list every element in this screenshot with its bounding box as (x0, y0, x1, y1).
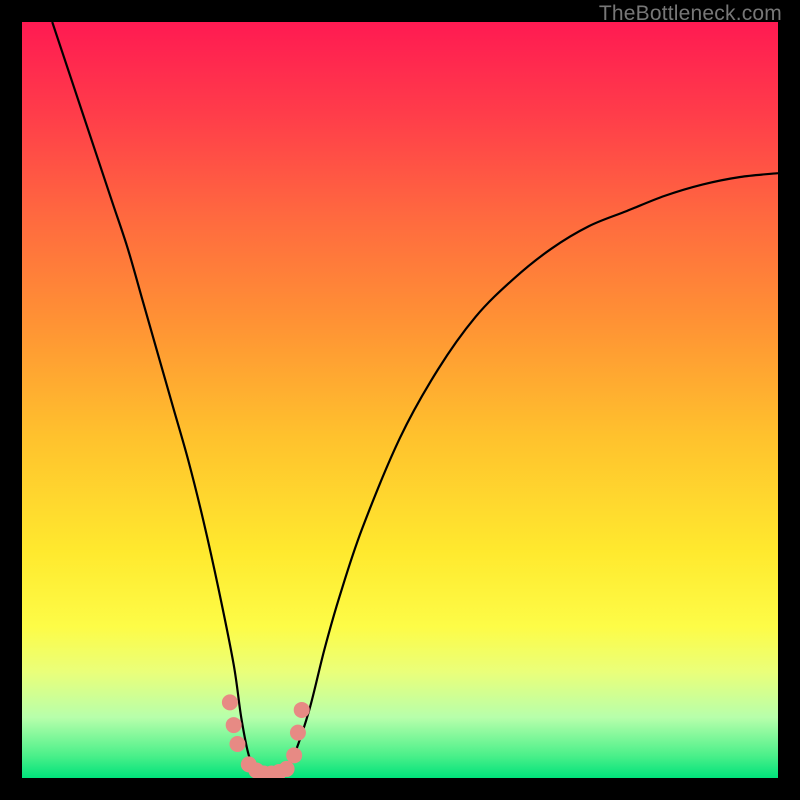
watermark-text: TheBottleneck.com (599, 2, 782, 26)
bottleneck-dot (290, 725, 306, 741)
chart-plot-area (22, 22, 778, 778)
bottleneck-dot (229, 736, 245, 752)
bottleneck-dot (279, 761, 295, 777)
bottleneck-curve-svg (22, 22, 778, 778)
bottleneck-curve-path (52, 22, 778, 778)
bottleneck-dot (294, 702, 310, 718)
bottleneck-dots-group (222, 694, 310, 778)
bottleneck-dot (286, 747, 302, 763)
bottleneck-dot (222, 694, 238, 710)
bottleneck-dot (226, 717, 242, 733)
